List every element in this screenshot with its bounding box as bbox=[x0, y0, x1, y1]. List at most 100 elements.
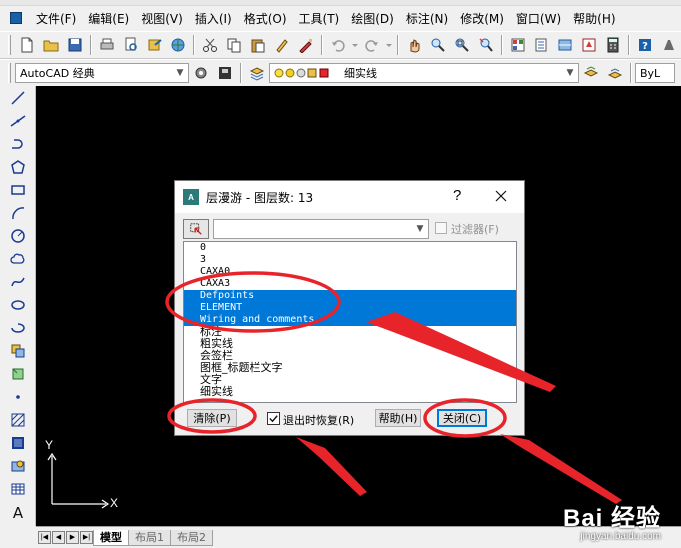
next-tab-button[interactable]: ▶ bbox=[66, 531, 79, 544]
layer-select[interactable]: 细实线 ▼ bbox=[269, 63, 579, 83]
prev-tab-button[interactable]: ◀ bbox=[52, 531, 65, 544]
save-icon[interactable] bbox=[64, 34, 86, 56]
layer-manager-icon[interactable] bbox=[246, 62, 268, 84]
open-folder-icon[interactable] bbox=[40, 34, 62, 56]
line-icon[interactable] bbox=[6, 87, 30, 109]
menu-tools[interactable]: 工具(T) bbox=[293, 10, 346, 27]
checkmark-icon bbox=[269, 415, 278, 423]
filter-checkbox[interactable] bbox=[435, 222, 447, 234]
last-tab-button[interactable]: ▶| bbox=[80, 531, 93, 544]
calculator-icon[interactable] bbox=[602, 34, 624, 56]
filter-label: 过滤器(F) bbox=[451, 223, 499, 236]
layer-list-item[interactable]: CAXA0 bbox=[184, 266, 516, 278]
make-block-icon[interactable] bbox=[6, 363, 30, 385]
filter-pattern-select[interactable]: ▼ bbox=[213, 219, 429, 239]
insert-block-icon[interactable] bbox=[6, 340, 30, 362]
layer-list-item[interactable]: Defpoints bbox=[184, 290, 516, 302]
menu-help[interactable]: 帮助(H) bbox=[567, 10, 621, 27]
ellipse-icon[interactable] bbox=[6, 294, 30, 316]
workspace-select[interactable]: AutoCAD 经典 ▼ bbox=[15, 63, 189, 83]
polyline-icon[interactable] bbox=[6, 133, 30, 155]
workspace-settings-icon[interactable] bbox=[190, 62, 212, 84]
layer-list[interactable]: 0 3 CAXA0 CAXA3 Defpoints ELEMENT Wiring and c… bbox=[183, 241, 517, 403]
layer-list-item[interactable]: 0 bbox=[184, 242, 516, 254]
layer-list-item[interactable]: 文字 bbox=[184, 374, 516, 386]
layer-list-item[interactable]: 图框_标题栏文字 bbox=[184, 362, 516, 374]
tab-model[interactable]: 模型 bbox=[93, 529, 129, 546]
match-properties-icon[interactable] bbox=[271, 34, 293, 56]
ellipse-arc-icon[interactable] bbox=[6, 317, 30, 339]
select-objects-button[interactable] bbox=[183, 219, 209, 239]
tab-layout1[interactable]: 布局1 bbox=[128, 529, 171, 546]
redo-dropdown-icon[interactable] bbox=[385, 34, 393, 56]
help-button[interactable]: 帮助(H) bbox=[375, 409, 421, 427]
svg-text:A: A bbox=[13, 504, 24, 520]
region-icon[interactable] bbox=[6, 455, 30, 477]
menu-dimension[interactable]: 标注(N) bbox=[400, 10, 454, 27]
web-icon[interactable] bbox=[168, 34, 190, 56]
undo-icon[interactable] bbox=[327, 34, 349, 56]
print-preview-icon[interactable] bbox=[120, 34, 142, 56]
undo-dropdown-icon[interactable] bbox=[351, 34, 359, 56]
tab-layout2[interactable]: 布局2 bbox=[170, 529, 213, 546]
menu-file[interactable]: 文件(F) bbox=[30, 10, 82, 27]
paste-icon[interactable] bbox=[247, 34, 269, 56]
layer-list-item[interactable]: Wiring and comments bbox=[184, 314, 516, 326]
layer-list-item[interactable]: 3 bbox=[184, 254, 516, 266]
zoom-realtime-icon[interactable] bbox=[427, 34, 449, 56]
rectangle-icon[interactable] bbox=[6, 179, 30, 201]
menu-window[interactable]: 窗口(W) bbox=[510, 10, 567, 27]
copy-icon[interactable] bbox=[223, 34, 245, 56]
polygon-icon[interactable] bbox=[6, 156, 30, 178]
color-control-select[interactable]: ByL bbox=[635, 63, 675, 83]
print-icon[interactable] bbox=[96, 34, 118, 56]
zoom-previous-icon[interactable] bbox=[475, 34, 497, 56]
layer-list-item[interactable]: 细实线 bbox=[184, 386, 516, 398]
more-tools-icon[interactable] bbox=[658, 34, 680, 56]
properties-icon[interactable] bbox=[507, 34, 529, 56]
cut-icon[interactable] bbox=[199, 34, 221, 56]
watermark-logo: Bai 经验 bbox=[562, 505, 661, 532]
chevron-down-icon: ▼ bbox=[566, 68, 574, 78]
zoom-window-icon[interactable] bbox=[451, 34, 473, 56]
hatch-icon[interactable] bbox=[6, 409, 30, 431]
block-editor-icon[interactable] bbox=[295, 34, 317, 56]
workspace-save-icon[interactable] bbox=[214, 62, 236, 84]
gradient-icon[interactable] bbox=[6, 432, 30, 454]
watermark: Bai 经验 jingyan.baidu.com bbox=[563, 498, 661, 542]
menu-draw[interactable]: 绘图(D) bbox=[345, 10, 400, 27]
close-button[interactable]: 关闭(C) bbox=[437, 409, 487, 427]
new-file-icon[interactable] bbox=[16, 34, 38, 56]
menu-modify[interactable]: 修改(M) bbox=[454, 10, 510, 27]
layer-previous-icon[interactable] bbox=[604, 62, 626, 84]
first-tab-button[interactable]: |◀ bbox=[38, 531, 51, 544]
layer-list-item[interactable]: 粗实线 bbox=[184, 338, 516, 350]
help-icon[interactable]: ? bbox=[634, 34, 656, 56]
close-icon[interactable] bbox=[489, 185, 513, 207]
layer-list-item[interactable]: CAXA3 bbox=[184, 278, 516, 290]
multiline-text-icon[interactable]: A bbox=[6, 501, 30, 523]
make-object-layer-current-icon[interactable] bbox=[580, 62, 602, 84]
redo-icon[interactable] bbox=[361, 34, 383, 56]
construction-line-icon[interactable] bbox=[6, 110, 30, 132]
pan-icon[interactable] bbox=[403, 34, 425, 56]
spline-icon[interactable] bbox=[6, 271, 30, 293]
circle-icon[interactable] bbox=[6, 225, 30, 247]
restore-on-exit-checkbox[interactable] bbox=[267, 412, 280, 425]
dialog-help-glyph[interactable]: ? bbox=[453, 187, 461, 204]
menu-view[interactable]: 视图(V) bbox=[135, 10, 189, 27]
point-icon[interactable] bbox=[6, 386, 30, 408]
menu-format[interactable]: 格式(O) bbox=[238, 10, 293, 27]
menu-insert[interactable]: 插入(I) bbox=[189, 10, 238, 27]
arc-icon[interactable] bbox=[6, 202, 30, 224]
menu-edit[interactable]: 编辑(E) bbox=[82, 10, 135, 27]
revision-cloud-icon[interactable] bbox=[6, 248, 30, 270]
publish-icon[interactable] bbox=[144, 34, 166, 56]
tool-palettes-icon[interactable] bbox=[554, 34, 576, 56]
purge-button[interactable]: 清除(P) bbox=[187, 409, 237, 427]
design-center-icon[interactable] bbox=[531, 34, 553, 56]
sheet-set-icon[interactable] bbox=[578, 34, 600, 56]
table-icon[interactable] bbox=[6, 478, 30, 500]
layer-list-item[interactable]: 标注 bbox=[184, 326, 516, 338]
layer-list-item[interactable]: ELEMENT bbox=[184, 302, 516, 314]
